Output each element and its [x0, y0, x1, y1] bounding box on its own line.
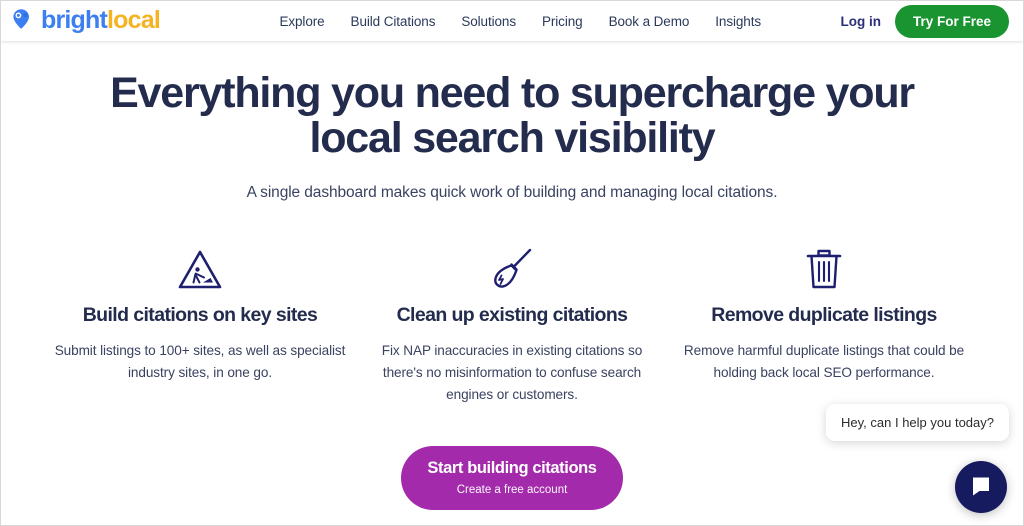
logo-text-local: local	[107, 5, 161, 34]
start-building-citations-button[interactable]: Start building citations Create a free a…	[401, 446, 623, 511]
feature-title: Build citations on key sites	[82, 304, 318, 327]
nav-item-explore[interactable]: Explore	[279, 14, 324, 29]
map-pin-icon	[11, 7, 37, 36]
chat-greeting-bubble[interactable]: Hey, can I help you today?	[826, 404, 1009, 441]
nav-item-solutions[interactable]: Solutions	[461, 14, 516, 29]
construction-sign-icon	[50, 244, 350, 292]
hero-subtitle: A single dashboard makes quick work of b…	[246, 184, 778, 202]
feature-remove-duplicates: Remove duplicate listings Remove harmful…	[668, 244, 980, 406]
nav-item-pricing[interactable]: Pricing	[542, 14, 583, 29]
feature-description: Submit listings to 100+ sites, as well a…	[54, 343, 346, 381]
login-link[interactable]: Log in	[840, 14, 881, 29]
features-row: Build citations on key sites Submit list…	[1, 244, 1023, 406]
broom-icon	[362, 244, 662, 292]
brightlocal-logo[interactable]: brightlocal	[11, 5, 161, 36]
feature-title: Remove duplicate listings	[711, 304, 937, 327]
page-title: Everything you need to supercharge your …	[110, 69, 915, 162]
cta-secondary-label: Create a free account	[456, 484, 568, 497]
try-for-free-button[interactable]: Try For Free	[894, 4, 1009, 38]
logo-wordmark: brightlocal	[41, 5, 161, 34]
trash-can-icon	[674, 244, 974, 292]
page-root: brightlocal Explore Build Citations Solu…	[0, 0, 1024, 526]
header-actions: Log in Try For Free	[840, 4, 1009, 38]
cta-primary-label: Start building citations	[427, 459, 597, 478]
nav-item-insights[interactable]: Insights	[715, 14, 761, 29]
nav-item-build-citations[interactable]: Build Citations	[351, 14, 436, 29]
chat-launcher-button[interactable]	[955, 461, 1007, 513]
feature-description: Fix NAP inaccuracies in existing citatio…	[381, 343, 643, 403]
feature-title: Clean up existing citations	[396, 304, 628, 327]
main-navigation: Explore Build Citations Solutions Pricin…	[239, 14, 761, 29]
chat-bubble-icon	[969, 474, 993, 501]
site-header: brightlocal Explore Build Citations Solu…	[1, 1, 1023, 41]
hero-section: Everything you need to supercharge your …	[1, 41, 1023, 202]
feature-clean-citations: Clean up existing citations Fix NAP inac…	[356, 244, 668, 406]
cta-container: Start building citations Create a free a…	[1, 446, 1023, 511]
nav-item-book-a-demo[interactable]: Book a Demo	[609, 14, 690, 29]
feature-build-citations: Build citations on key sites Submit list…	[44, 244, 356, 406]
feature-description: Remove harmful duplicate listings that c…	[683, 343, 965, 381]
logo-text-bright: bright	[41, 5, 108, 34]
